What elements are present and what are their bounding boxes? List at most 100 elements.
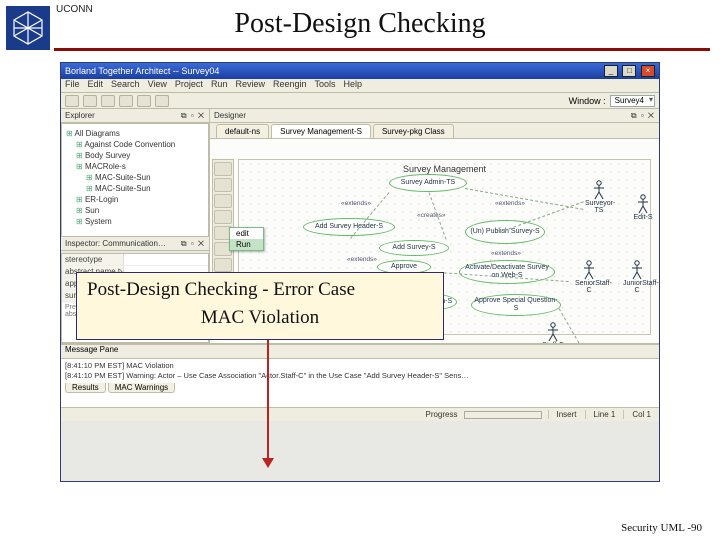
menu-run[interactable]: Run — [211, 79, 228, 92]
tree-node[interactable]: Body Survey — [66, 150, 204, 161]
title-rule — [54, 48, 710, 51]
inspector-header: Inspector: Communication… ⧉ ▫ ✕ — [61, 237, 209, 251]
toolbar-button[interactable] — [119, 95, 133, 107]
tree-node[interactable]: ER-Login — [66, 194, 204, 205]
palette-tool[interactable] — [214, 258, 232, 272]
assoc-label: «extends» — [347, 256, 377, 263]
usecase-admin[interactable]: Survey Admin-TS — [389, 174, 467, 192]
msg-tab-mac[interactable]: MAC Warnings — [108, 383, 176, 393]
inspector-title: Inspector: Communication… — [65, 239, 166, 248]
tree-node[interactable]: All Diagrams — [66, 128, 204, 139]
prop-val[interactable] — [124, 254, 208, 265]
assoc-label: «extends» — [341, 200, 371, 207]
tab-bar: default-ns Survey Management-S Survey-pk… — [210, 123, 659, 139]
window-select-label: Window : — [569, 96, 606, 106]
window-caption: Borland Together Architect -- Survey04 — [65, 66, 602, 76]
titlebar: Borland Together Architect -- Survey04 _… — [61, 63, 659, 79]
menu-help[interactable]: Help — [344, 79, 363, 92]
toolbar-button[interactable] — [101, 95, 115, 107]
tree-node[interactable]: Against Code Convention — [66, 139, 204, 150]
message-pane: Message Pane [8:41:10 PM EST] MAC Violat… — [61, 343, 659, 407]
menu-edit[interactable]: Edit — [88, 79, 104, 92]
status-col: Col 1 — [623, 410, 659, 419]
slide-title: Post-Design Checking — [0, 8, 720, 40]
usecase-activate[interactable]: Activate/Deactivate Survey on Web-S — [459, 260, 555, 284]
minimize-button[interactable]: _ — [604, 65, 618, 77]
window-select[interactable]: Survey4 — [610, 95, 655, 107]
callout-subtitle: MAC Violation — [87, 307, 433, 329]
ctx-run[interactable]: Run — [230, 239, 263, 250]
message-pane-title: Message Pane — [61, 345, 659, 359]
tree-node[interactable]: MAC-Suite-Sun — [66, 183, 204, 194]
assoc-label: «extends» — [491, 250, 521, 257]
window-buttons: _ □ × — [602, 65, 655, 77]
message-line[interactable]: [8:41:10 PM EST] MAC Violation — [65, 361, 655, 371]
progress-label: Progress — [425, 410, 457, 419]
inspector-controls[interactable]: ⧉ ▫ ✕ — [181, 239, 205, 249]
explorer-controls[interactable]: ⧉ ▫ ✕ — [181, 111, 205, 121]
callout-box: Post-Design Checking - Error Case MAC Vi… — [76, 272, 444, 340]
palette-tool[interactable] — [214, 210, 232, 224]
actor-label: JuniorStaff-C — [623, 280, 651, 294]
ctx-edit[interactable]: edit — [230, 228, 263, 239]
palette-tool[interactable] — [214, 194, 232, 208]
actor-senior[interactable]: SeniorStaff-C — [575, 260, 603, 294]
msg-tab-results[interactable]: Results — [65, 383, 106, 393]
prop-key: stereotype — [62, 254, 124, 265]
actor-staff[interactable]: Staff-C — [539, 322, 567, 343]
usecase-add-header[interactable]: Add Survey Header-S — [303, 218, 395, 236]
message-line[interactable]: [8:41:10 PM EST] Warning: Actor – Use Ca… — [65, 371, 655, 381]
palette-tool[interactable] — [214, 178, 232, 192]
explorer-title: Explorer — [65, 111, 95, 120]
usecase-publish[interactable]: (Un) Publish Survey-S — [465, 220, 545, 244]
toolbar-button[interactable] — [83, 95, 97, 107]
toolbar-button[interactable] — [65, 95, 79, 107]
palette-tool[interactable] — [214, 162, 232, 176]
actor-label: Edit-S — [629, 214, 657, 221]
callout-title: Post-Design Checking - Error Case — [87, 279, 433, 301]
tree-node[interactable]: Sun — [66, 205, 204, 216]
usecase-add-survey[interactable]: Add Survey-S — [379, 240, 449, 256]
designer-title: Designer — [214, 111, 246, 120]
actor-edit[interactable]: Edit-S — [629, 194, 657, 221]
designer-controls[interactable]: ⧉ ▫ ✕ — [631, 111, 655, 121]
actor-label: Staff-C — [539, 342, 567, 343]
diagram-title: Survey Management — [403, 164, 486, 174]
slide-footer: Security UML -90 — [621, 522, 702, 534]
close-button[interactable]: × — [641, 65, 655, 77]
tab-default[interactable]: default-ns — [216, 124, 269, 138]
actor-label: Surveyor-TS — [585, 200, 613, 214]
tree-node[interactable]: System — [66, 216, 204, 227]
actor-label: SeniorStaff-C — [575, 280, 603, 294]
toolbar-button[interactable] — [137, 95, 151, 107]
tree-node[interactable]: MAC-Suite-Sun — [66, 172, 204, 183]
explorer-header: Explorer ⧉ ▫ ✕ — [61, 109, 209, 123]
menu-search[interactable]: Search — [111, 79, 140, 92]
toolbar-button[interactable] — [155, 95, 169, 107]
explorer-pane: All Diagrams Against Code Convention Bod… — [61, 123, 209, 237]
tab-survey-class[interactable]: Survey-pkg Class — [373, 124, 454, 138]
status-line: Line 1 — [585, 410, 624, 419]
menu-tools[interactable]: Tools — [315, 79, 336, 92]
maximize-button[interactable]: □ — [622, 65, 636, 77]
assoc-label: «extends» — [495, 200, 525, 207]
menu-project[interactable]: Project — [175, 79, 203, 92]
toolbar: Window : Survey4 — [61, 93, 659, 109]
menu-review[interactable]: Review — [235, 79, 265, 92]
progress-bar — [464, 411, 542, 419]
usecase-approve-special[interactable]: Approve Special Question-S — [471, 294, 561, 316]
callout-arrow-icon — [258, 340, 278, 470]
context-menu: edit Run — [229, 227, 264, 251]
slide: UCONN Post-Design Checking Borland Toget… — [0, 0, 720, 540]
tree-node[interactable]: MACRole-s — [66, 161, 204, 172]
menu-reengin[interactable]: Reengin — [273, 79, 307, 92]
menubar: File Edit Search View Project Run Review… — [61, 79, 659, 93]
tab-survey-mgmt[interactable]: Survey Management-S — [271, 124, 371, 138]
status-bar: Progress Insert Line 1 Col 1 — [61, 407, 659, 421]
actor-junior[interactable]: JuniorStaff-C — [623, 260, 651, 294]
menu-file[interactable]: File — [65, 79, 80, 92]
menu-view[interactable]: View — [148, 79, 167, 92]
actor-surveyor[interactable]: Surveyor-TS — [585, 180, 613, 214]
status-insert: Insert — [548, 410, 585, 419]
designer-header: Designer ⧉ ▫ ✕ — [210, 109, 659, 123]
